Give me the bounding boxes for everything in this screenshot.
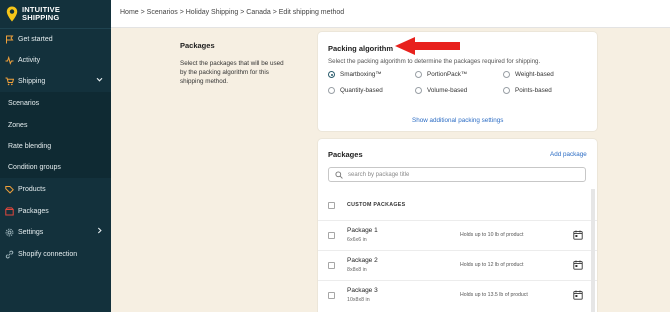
packages-card: Packages Add package search by package t… xyxy=(318,139,597,312)
package-capacity: Holds up to 13.5 lb of product xyxy=(460,292,528,298)
radio-portionpack[interactable]: PortionPack™ xyxy=(415,71,467,78)
row-checkbox[interactable] xyxy=(328,232,335,239)
radio-label: Volume-based xyxy=(427,87,468,94)
radio-smartboxing[interactable]: Smartboxing™ xyxy=(328,71,382,78)
package-name: Package 1 xyxy=(347,227,378,234)
location-pin-icon xyxy=(6,6,18,22)
search-placeholder: search by package title xyxy=(348,171,410,178)
sidebar-item-label: Settings xyxy=(18,228,44,236)
sidebar-item-label: Get started xyxy=(18,35,53,43)
packages-card-title: Packages xyxy=(328,150,363,159)
flag-icon xyxy=(4,34,14,44)
packing-algorithm-description: Select the packing algorithm to determin… xyxy=(328,58,541,65)
package-dimensions: 8x8x8 in xyxy=(347,267,367,273)
sidebar-item-label: Shipping xyxy=(18,77,46,85)
package-dimensions: 10x8x8 in xyxy=(347,297,370,303)
sidebar-item-label: Activity xyxy=(18,56,41,64)
calendar-icon[interactable] xyxy=(573,230,583,240)
brand-logo[interactable]: INTUITIVE SHIPPING xyxy=(0,0,111,28)
sidebar-item-label: Rate blending xyxy=(8,142,52,150)
row-checkbox[interactable] xyxy=(328,292,335,299)
gear-icon xyxy=(4,227,14,237)
radio-label: Points-based xyxy=(515,87,552,94)
section-description: Select the packages that will be used by… xyxy=(180,60,284,85)
sidebar-item-scenarios[interactable]: Scenarios xyxy=(0,92,111,114)
annotation-arrow-icon xyxy=(395,37,460,55)
sidebar-item-shopify-connection[interactable]: Shopify connection xyxy=(0,243,111,265)
chevron-down-icon xyxy=(96,76,103,85)
package-capacity: Holds up to 10 lb of product xyxy=(460,232,524,238)
package-name: Package 3 xyxy=(347,287,378,294)
sidebar-item-label: Products xyxy=(18,185,46,193)
select-all-checkbox[interactable] xyxy=(328,202,335,209)
activity-icon xyxy=(4,55,14,65)
sidebar-item-rate-blending[interactable]: Rate blending xyxy=(0,135,111,157)
package-dimensions: 6x6x6 in xyxy=(347,237,367,243)
sidebar-item-label: Zones xyxy=(8,121,28,129)
cart-icon xyxy=(4,76,14,86)
radio-volume-based[interactable]: Volume-based xyxy=(415,87,467,94)
radio-icon xyxy=(503,87,510,94)
sidebar: INTUITIVE SHIPPING Get started Activity … xyxy=(0,0,111,312)
sidebar-item-condition-groups[interactable]: Condition groups xyxy=(0,156,111,178)
radio-icon xyxy=(415,87,422,94)
sidebar-item-packages[interactable]: Packages xyxy=(0,200,111,222)
search-icon xyxy=(335,170,343,179)
sidebar-item-label: Shopify connection xyxy=(18,250,78,258)
radio-icon xyxy=(503,71,510,78)
brand-name: INTUITIVE SHIPPING xyxy=(22,5,61,22)
table-row[interactable]: Package 3 10x8x8 in Holds up to 13.5 lb … xyxy=(318,280,597,310)
radio-icon xyxy=(415,71,422,78)
box-icon xyxy=(4,206,14,216)
section-title: Packages xyxy=(180,41,215,50)
row-checkbox[interactable] xyxy=(328,262,335,269)
package-name: Package 2 xyxy=(347,257,378,264)
radio-quantity-based[interactable]: Quantity-based xyxy=(328,87,383,94)
column-header: CUSTOM PACKAGES xyxy=(347,202,406,208)
packing-algorithm-title: Packing algorithm xyxy=(328,44,394,53)
table-row[interactable]: Package 2 8x8x8 in Holds up to 12 lb of … xyxy=(318,250,597,280)
scrollbar[interactable] xyxy=(591,189,595,312)
top-bar: Home > Scenarios > Holiday Shipping > Ca… xyxy=(111,0,670,28)
sidebar-item-activity[interactable]: Activity xyxy=(0,49,111,71)
radio-weight-based[interactable]: Weight-based xyxy=(503,71,554,78)
radio-label: PortionPack™ xyxy=(427,71,468,78)
add-package-link[interactable]: Add package xyxy=(550,151,587,158)
breadcrumb[interactable]: Home > Scenarios > Holiday Shipping > Ca… xyxy=(120,9,344,16)
radio-icon xyxy=(328,87,335,94)
search-input[interactable]: search by package title xyxy=(328,167,586,182)
chevron-right-icon xyxy=(96,227,103,236)
package-capacity: Holds up to 12 lb of product xyxy=(460,262,524,268)
link-icon xyxy=(4,249,14,259)
calendar-icon[interactable] xyxy=(573,290,583,300)
radio-label: Weight-based xyxy=(515,71,554,78)
sidebar-item-label: Condition groups xyxy=(8,163,61,171)
table-row[interactable]: Package 1 6x6x6 in Holds up to 10 lb of … xyxy=(318,220,597,250)
sidebar-item-label: Packages xyxy=(18,207,49,215)
radio-points-based[interactable]: Points-based xyxy=(503,87,552,94)
tag-icon xyxy=(4,184,14,194)
sidebar-item-label: Scenarios xyxy=(8,99,40,107)
calendar-icon[interactable] xyxy=(573,260,583,270)
show-additional-settings-link[interactable]: Show additional packing settings xyxy=(412,117,503,124)
radio-selected-icon xyxy=(328,71,335,78)
sidebar-item-zones[interactable]: Zones xyxy=(0,114,111,136)
sidebar-item-settings[interactable]: Settings xyxy=(0,221,111,243)
sidebar-item-shipping[interactable]: Shipping xyxy=(0,70,111,92)
sidebar-item-products[interactable]: Products xyxy=(0,178,111,200)
radio-label: Quantity-based xyxy=(340,87,383,94)
radio-label: Smartboxing™ xyxy=(340,71,382,78)
sidebar-item-get-started[interactable]: Get started xyxy=(0,28,111,50)
